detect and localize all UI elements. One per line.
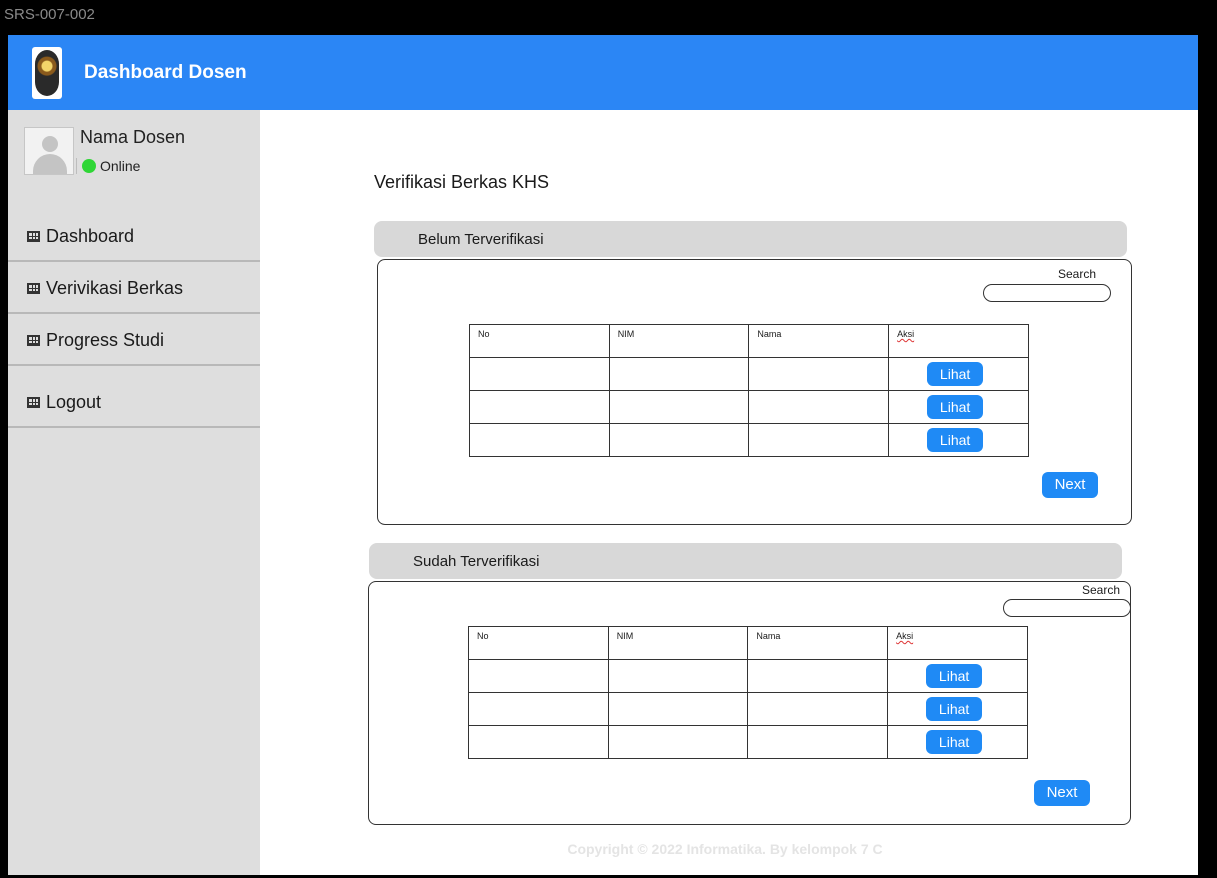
app-title: Dashboard Dosen (84, 62, 247, 83)
next-button[interactable]: Next (1042, 472, 1098, 498)
user-status: Online (76, 158, 140, 174)
sidebar-item-label: Progress Studi (46, 329, 165, 350)
cell-nama (748, 357, 890, 391)
column-header-nama: Nama (747, 626, 889, 660)
lihat-button[interactable]: Lihat (926, 664, 983, 688)
cell-no (468, 659, 609, 693)
user-name: Nama Dosen (80, 127, 186, 147)
cell-no (468, 692, 609, 726)
lihat-button[interactable]: Lihat (926, 730, 983, 754)
section-header-sudah-terverifikasi: Sudah Terverifikasi (369, 543, 1122, 579)
status-text: Online (100, 158, 141, 174)
table-row: Lihat (468, 692, 1028, 726)
cell-nim (608, 423, 750, 457)
sidebar-item-dashboard[interactable]: Dashboard (8, 212, 260, 262)
section-header-belum-terverifikasi: Belum Terverifikasi (374, 221, 1127, 257)
cell-nim (607, 725, 749, 759)
cell-nim (607, 692, 749, 726)
avatar (24, 127, 74, 175)
search-input[interactable] (983, 284, 1111, 302)
table-sudah-terverifikasi: No NIM Nama Aksi Lihat Lihat Lihat (468, 626, 1028, 759)
table-row: Lihat (468, 659, 1028, 693)
search-input[interactable] (1003, 599, 1131, 617)
online-status-icon (82, 159, 96, 173)
page-title: Verifikasi Berkas KHS (374, 172, 550, 192)
lihat-button[interactable]: Lihat (927, 362, 984, 386)
table-row: Lihat (469, 390, 1029, 424)
sidebar-item-verivikasi-berkas[interactable]: Verivikasi Berkas (8, 264, 260, 314)
sidebar-item-logout[interactable]: Logout (8, 378, 260, 428)
cell-no (469, 390, 610, 424)
lihat-button[interactable]: Lihat (927, 428, 984, 452)
cell-aksi: Lihat (888, 423, 1029, 457)
cell-aksi: Lihat (887, 725, 1028, 759)
table-icon (27, 396, 40, 408)
section-title: Belum Terverifikasi (418, 230, 544, 248)
top-bar: Dashboard Dosen (8, 35, 1198, 110)
footer-copyright: Copyright © 2022 Informatika. By kelompo… (567, 841, 883, 857)
lihat-button[interactable]: Lihat (927, 395, 984, 419)
table-row: Lihat (468, 725, 1028, 759)
column-header-no: No (469, 324, 610, 358)
cell-no (469, 357, 610, 391)
column-header-aksi: Aksi (888, 324, 1029, 358)
table-icon (27, 230, 40, 242)
cell-aksi: Lihat (887, 659, 1028, 693)
cell-nama (748, 390, 890, 424)
table-header-row: No NIM Nama Aksi (469, 324, 1029, 358)
cell-aksi: Lihat (888, 357, 1029, 391)
cell-no (469, 423, 610, 457)
table-row: Lihat (469, 357, 1029, 391)
frame-label: SRS-007-002 (4, 6, 95, 23)
cell-nama (747, 659, 889, 693)
table-row: Lihat (469, 423, 1029, 457)
search-label: Search (1058, 267, 1097, 281)
table-icon (27, 334, 40, 346)
sidebar-item-progress-studi[interactable]: Progress Studi (8, 316, 260, 366)
cell-nama (747, 692, 889, 726)
cell-nama (747, 725, 889, 759)
lihat-button[interactable]: Lihat (926, 697, 983, 721)
column-header-nama: Nama (748, 324, 890, 358)
column-header-nim: NIM (608, 324, 750, 358)
table-header-row: No NIM Nama Aksi (468, 626, 1028, 660)
app-window: Dashboard Dosen Nama Dosen Online Dashbo… (8, 35, 1198, 875)
cell-nim (608, 357, 750, 391)
cell-nim (607, 659, 749, 693)
column-header-no: No (468, 626, 609, 660)
table-icon (27, 282, 40, 294)
column-header-aksi: Aksi (887, 626, 1028, 660)
sidebar: Nama Dosen Online Dashboard Verivikasi B… (8, 110, 260, 875)
sidebar-item-label: Verivikasi Berkas (46, 277, 184, 298)
next-button[interactable]: Next (1034, 780, 1090, 806)
search-label: Search (1082, 583, 1121, 597)
cell-aksi: Lihat (887, 692, 1028, 726)
sidebar-item-label: Dashboard (46, 225, 135, 246)
section-title: Sudah Terverifikasi (413, 552, 540, 570)
university-seal-logo-icon (32, 47, 62, 99)
cell-nim (608, 390, 750, 424)
cell-nama (748, 423, 890, 457)
column-header-nim: NIM (607, 626, 749, 660)
cell-no (468, 725, 609, 759)
cell-aksi: Lihat (888, 390, 1029, 424)
sidebar-item-label: Logout (46, 391, 102, 412)
table-belum-terverifikasi: No NIM Nama Aksi Lihat Lihat Lihat (469, 324, 1029, 457)
